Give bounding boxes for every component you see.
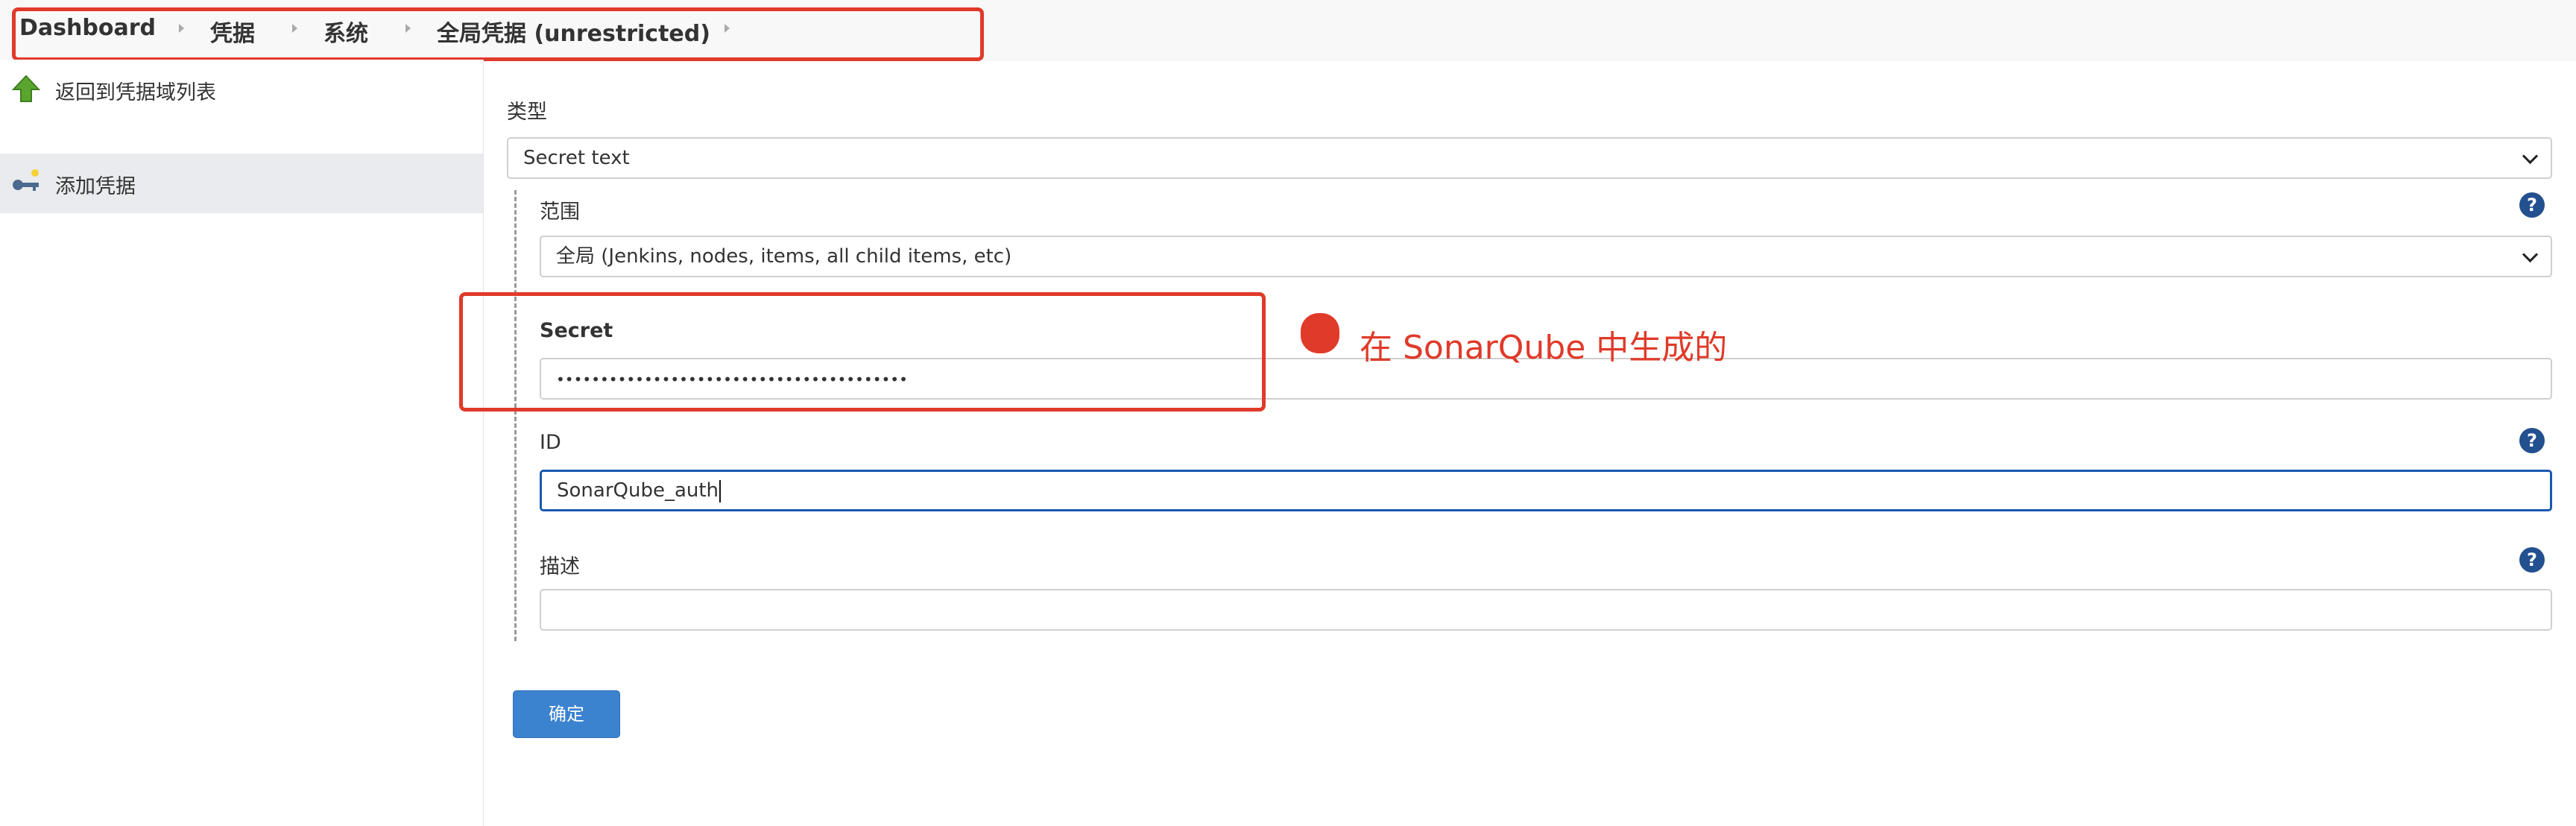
annotation-text: 在 SonarQube 中生成的	[1360, 329, 1728, 367]
type-label: 类型	[507, 101, 547, 124]
scope-label: 范围	[540, 201, 580, 224]
chevron-down-icon	[2522, 246, 2539, 263]
type-select[interactable]: Secret text	[507, 137, 2552, 179]
id-label: ID	[540, 431, 561, 454]
help-icon[interactable]: ?	[2519, 428, 2545, 453]
sidebar-item-label: 添加凭据	[55, 175, 136, 198]
annotation-marker	[1301, 313, 1339, 353]
up-arrow-icon	[11, 75, 41, 102]
description-input[interactable]	[540, 589, 2552, 631]
text-cursor	[719, 479, 722, 502]
scope-select[interactable]: 全局 (Jenkins, nodes, items, all child ite…	[540, 236, 2552, 277]
sidebar: 返回到凭据域列表 添加凭据	[0, 60, 484, 826]
id-input[interactable]: SonarQube_auth	[540, 470, 2552, 511]
submit-button[interactable]: 确定	[513, 690, 620, 738]
chevron-down-icon	[2522, 148, 2539, 165]
help-icon[interactable]: ?	[2519, 192, 2545, 218]
scope-select-value: 全局 (Jenkins, nodes, items, all child ite…	[556, 245, 1012, 268]
type-select-value: Secret text	[523, 147, 630, 169]
sidebar-item-label: 返回到凭据域列表	[55, 81, 216, 104]
sidebar-item-back-to-domains[interactable]: 返回到凭据域列表	[0, 60, 483, 119]
sidebar-item-add-credential[interactable]: 添加凭据	[0, 154, 483, 213]
id-input-value: SonarQube_auth	[557, 479, 719, 502]
key-icon	[13, 169, 39, 191]
breadcrumb-highlight-box	[12, 7, 984, 61]
description-label: 描述	[540, 555, 580, 578]
help-icon[interactable]: ?	[2519, 547, 2545, 573]
nested-section-divider	[514, 190, 517, 641]
secret-highlight-box	[459, 292, 1266, 412]
